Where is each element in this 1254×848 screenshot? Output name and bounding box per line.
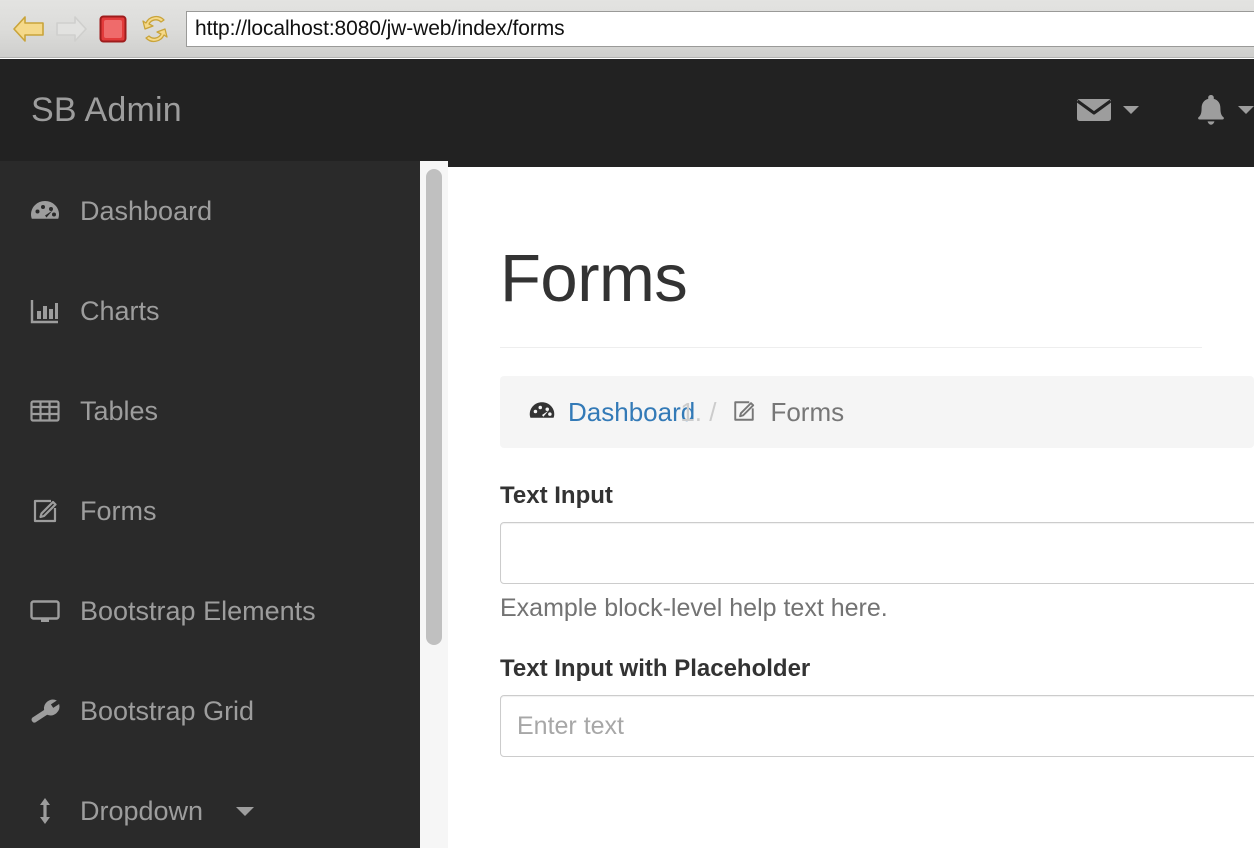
content-top-accent: [448, 161, 1254, 167]
forward-button[interactable]: [50, 8, 92, 50]
text-input[interactable]: [500, 522, 1254, 584]
sidebar-item-label: Tables: [80, 395, 159, 426]
sidebar-item-label: Charts: [80, 295, 160, 326]
sidebar-item-bootstrap-elements[interactable]: Bootstrap Elements: [0, 561, 420, 661]
breadcrumb: Dashboard / Forms: [500, 376, 1254, 448]
url-bar[interactable]: http://localhost:8080/jw-web/index/forms: [186, 10, 1254, 47]
tachometer-icon: [528, 397, 556, 428]
title-divider: [500, 347, 1202, 348]
page-title: Forms: [500, 241, 688, 316]
placeholder-input[interactable]: [500, 695, 1254, 757]
reload-icon: [142, 15, 168, 42]
sidebar-item-label: Dropdown: [80, 795, 204, 826]
edit-icon: [730, 397, 758, 428]
back-button[interactable]: [8, 8, 50, 50]
chevron-down-icon: [1238, 106, 1254, 114]
form-group-text-input-placeholder: Text Input with Placeholder: [500, 655, 1254, 757]
sidebar-item-dashboard[interactable]: Dashboard: [0, 161, 420, 261]
breadcrumb-item-forms: Forms: [730, 397, 844, 428]
main-content: Forms Dashboard /: [448, 161, 1254, 848]
bar-chart-icon: [29, 295, 61, 327]
browser-toolbar: http://localhost:8080/jw-web/index/forms: [0, 0, 1254, 58]
url-text: http://localhost:8080/jw-web/index/forms: [195, 16, 565, 40]
arrows-v-icon: [29, 795, 61, 827]
breadcrumb-item-dashboard[interactable]: Dashboard: [528, 397, 695, 428]
chevron-down-icon: [1123, 106, 1139, 114]
sidebar-item-label: Bootstrap Grid: [80, 695, 255, 726]
reload-button[interactable]: [134, 8, 176, 50]
chevron-down-icon: [236, 806, 255, 816]
table-icon: [29, 395, 61, 427]
form-group-text-input: Text Input Example block-level help text…: [500, 482, 1254, 621]
breadcrumb-label: Forms: [770, 396, 845, 427]
tachometer-icon: [29, 195, 61, 227]
alerts-dropdown[interactable]: [1195, 93, 1254, 127]
bell-icon: [1198, 95, 1224, 125]
desktop-icon: [29, 595, 61, 627]
sidebar-item-dropdown[interactable]: Dropdown: [0, 761, 420, 848]
sidebar-item-forms[interactable]: Forms: [0, 461, 420, 561]
text-input-help: Example block-level help text here.: [500, 594, 888, 622]
text-input-label: Text Input: [500, 482, 613, 509]
sidebar-item-charts[interactable]: Charts: [0, 261, 420, 361]
envelope-icon: [1076, 99, 1112, 121]
header-actions: [1076, 93, 1254, 127]
sidebar-nav-list: Dashboard Charts Tables Forms Bootstrap …: [0, 161, 420, 848]
wrench-icon: [29, 695, 61, 727]
scrollbar-thumb[interactable]: [426, 169, 442, 645]
stop-icon: [99, 15, 127, 42]
back-arrow-icon: [13, 15, 44, 42]
app-header: SB Admin: [0, 59, 1254, 161]
sidebar-item-tables[interactable]: Tables: [0, 361, 420, 461]
breadcrumb-separator: /: [709, 397, 716, 428]
sidebar-item-label: Forms: [80, 495, 157, 526]
breadcrumb-label: Dashboard: [568, 396, 696, 427]
edit-icon: [29, 495, 61, 527]
sidebar-item-label: Dashboard: [80, 195, 213, 226]
stop-button[interactable]: [92, 8, 134, 50]
sidebar: Dashboard Charts Tables Forms Bootstrap …: [0, 161, 420, 848]
messages-dropdown[interactable]: [1076, 96, 1139, 124]
sidebar-item-label: Bootstrap Elements: [80, 595, 316, 626]
placeholder-input-label: Text Input with Placeholder: [500, 655, 811, 682]
sidebar-item-bootstrap-grid[interactable]: Bootstrap Grid: [0, 661, 420, 761]
forward-arrow-icon: [56, 15, 87, 42]
brand-title[interactable]: SB Admin: [31, 93, 182, 127]
sidebar-scrollbar[interactable]: [420, 161, 448, 848]
